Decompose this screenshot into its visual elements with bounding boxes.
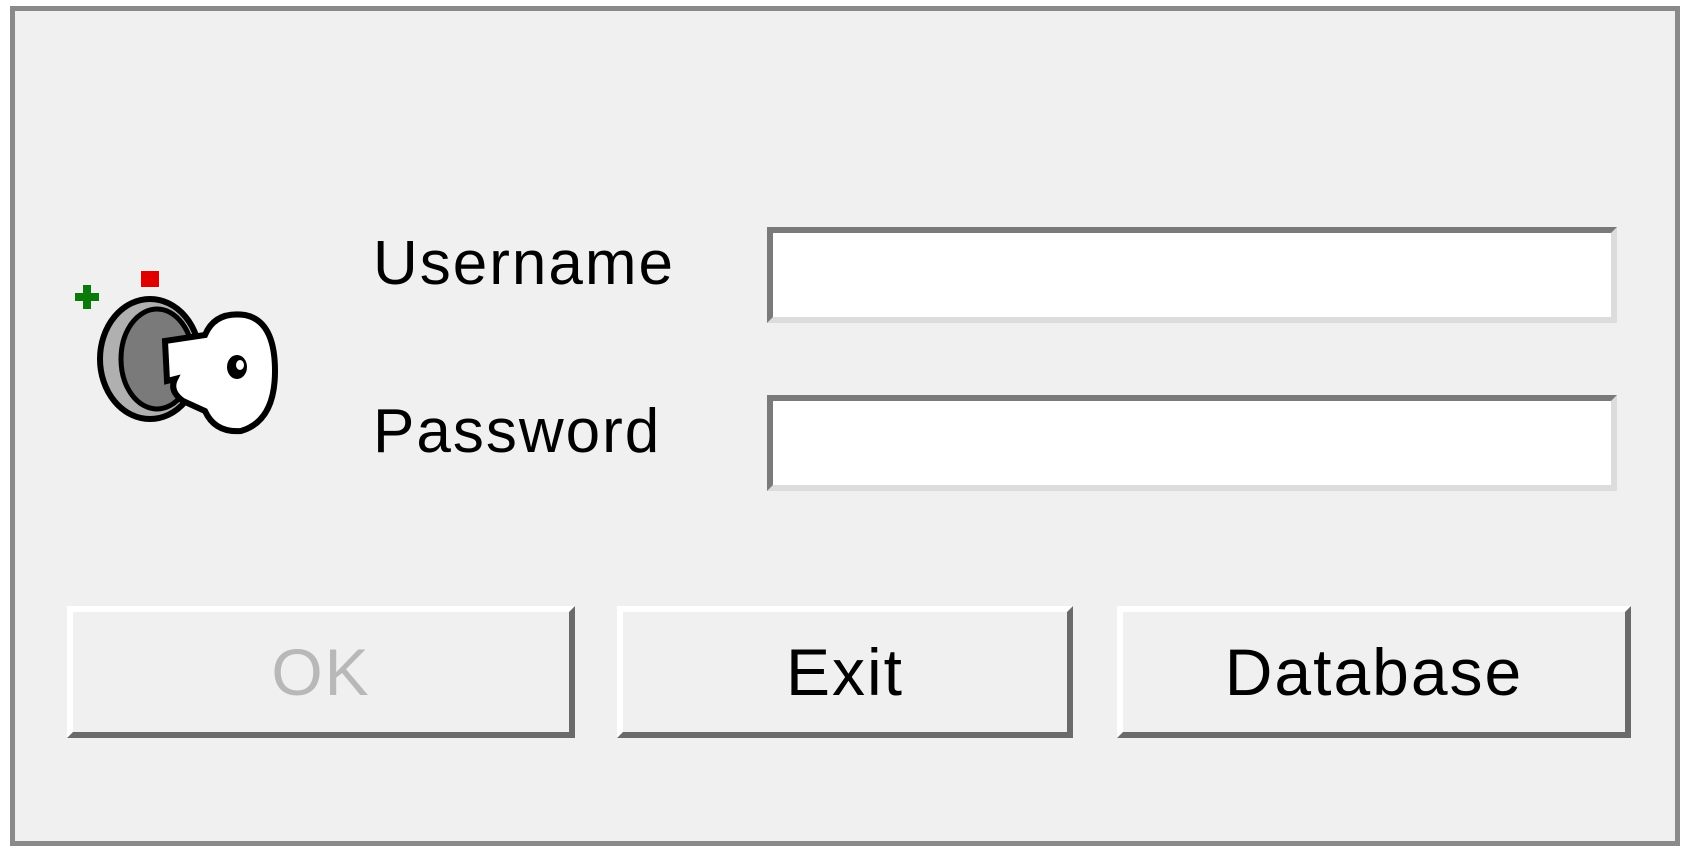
key-icon (75, 271, 279, 435)
username-label: Username (373, 229, 675, 298)
red-square-marker (141, 271, 159, 287)
ok-button[interactable]: OK (67, 606, 575, 738)
username-input[interactable] (767, 227, 1617, 323)
password-input[interactable] (767, 395, 1617, 491)
exit-button[interactable]: Exit (617, 606, 1073, 738)
password-label: Password (373, 397, 662, 466)
green-plus-marker (75, 285, 99, 309)
database-button[interactable]: Database (1117, 606, 1631, 738)
login-dialog: Username Password OK Exit Database (10, 6, 1680, 846)
